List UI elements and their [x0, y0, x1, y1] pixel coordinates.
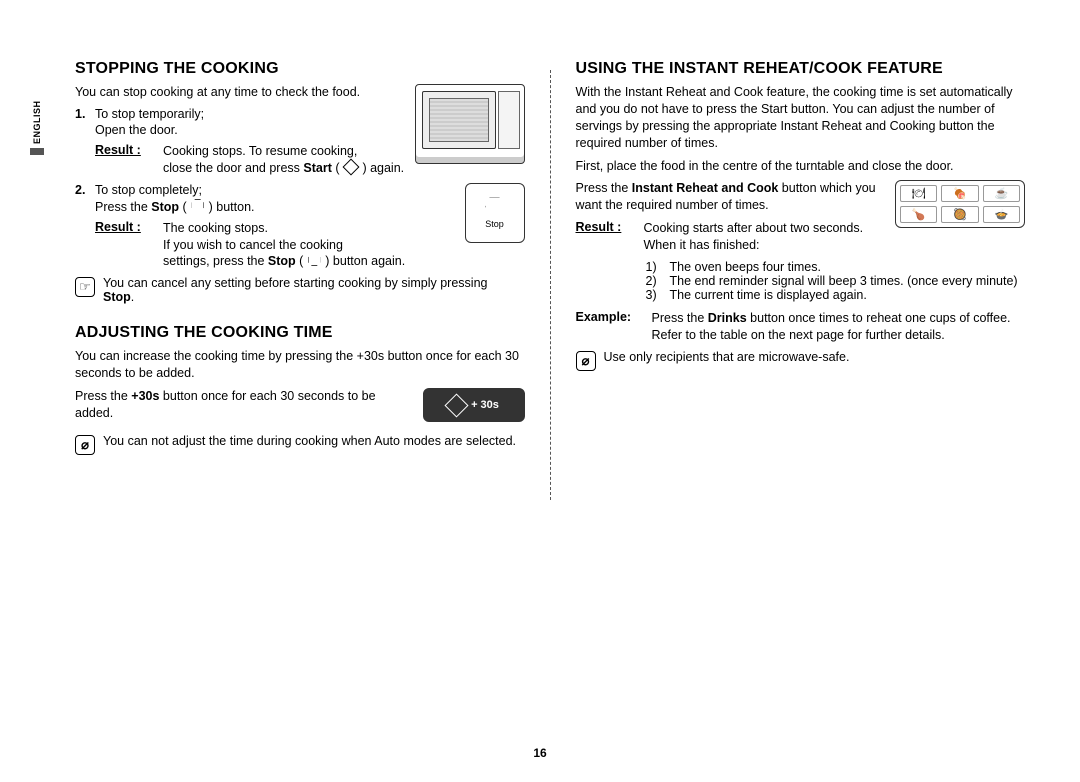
text: You can cancel any setting before starti…: [103, 276, 487, 290]
enum-num: 1): [646, 260, 664, 274]
text: Cooking stops. To resume cooking,: [163, 144, 357, 158]
stop-button-illustration: Stop: [465, 183, 525, 243]
result-label: Result :: [95, 143, 145, 177]
stop-icon: [191, 199, 204, 212]
preset-icon: 🥘: [941, 206, 978, 223]
cancel-note-text: You can cancel any setting before starti…: [103, 276, 487, 304]
text: close the door and press: [163, 161, 303, 175]
start-icon: [342, 158, 359, 175]
restriction-note-icon: [75, 435, 95, 455]
column-divider: [550, 70, 551, 500]
left-column: STOPPING THE COOKING You can stop cookin…: [75, 60, 525, 500]
enum-num: 3): [646, 288, 664, 302]
step-number: 2.: [75, 183, 89, 197]
instant-result-body: Cooking starts after about two seconds. …: [644, 220, 884, 254]
language-tab: ENGLISH: [30, 100, 44, 155]
text: ) button again.: [322, 254, 405, 268]
stop-word: Stop: [103, 290, 131, 304]
step-1-result: Result : Cooking stops. To resume cookin…: [95, 143, 405, 177]
plus-30s-label: + 30s: [471, 399, 499, 411]
instant-p2: First, place the food in the centre of t…: [576, 158, 1026, 175]
plus-30s-illustration: + 30s: [423, 388, 525, 422]
stop-word: Stop: [151, 200, 179, 214]
text: The cooking stops.: [163, 221, 268, 235]
preset-icon: 🍲: [983, 206, 1020, 223]
page: STOPPING THE COOKING You can stop cookin…: [0, 0, 1080, 530]
stop-word: Stop: [268, 254, 296, 268]
text: settings, press the: [163, 254, 268, 268]
drinks-word: Drinks: [708, 311, 747, 325]
step-2-line-1: To stop completely;: [95, 183, 202, 197]
text: ) again.: [359, 161, 404, 175]
microwave-safe-note-text: Use only recipients that are microwave-s…: [604, 350, 850, 364]
stop-hexagon-icon: [485, 197, 505, 217]
hand-note-icon: [75, 277, 95, 297]
step-2-result-body: The cooking stops. If you wish to cancel…: [163, 220, 455, 271]
heading-adjusting-time: ADJUSTING THE COOKING TIME: [75, 324, 525, 342]
text: (: [332, 161, 343, 175]
restriction-note-icon: [576, 351, 596, 371]
preset-icon: 🍗: [900, 206, 937, 223]
step-2-result: Result : The cooking stops. If you wish …: [95, 220, 455, 271]
step-1-result-body: Cooking stops. To resume cooking, close …: [163, 143, 405, 177]
microwave-illustration: [415, 84, 525, 164]
enum-num: 2): [646, 274, 664, 288]
text: ) button.: [205, 200, 254, 214]
text: (: [296, 254, 307, 268]
preset-icon: 🍽: [900, 185, 937, 202]
instant-example: Example: Press the Drinks button once ti…: [576, 310, 1026, 344]
preset-icon: 🍖: [941, 185, 978, 202]
step-1-line-1: To stop temporarily;: [95, 107, 204, 121]
diamond-icon: [445, 393, 469, 417]
plus30s-word: +30s: [131, 389, 159, 403]
enum-text: The oven beeps four times.: [670, 260, 821, 274]
heading-instant-reheat: USING THE INSTANT REHEAT/COOK FEATURE: [576, 60, 1026, 78]
heading-stopping-cooking: STOPPING THE COOKING: [75, 60, 525, 78]
auto-mode-note-text: You can not adjust the time during cooki…: [103, 434, 516, 448]
text: Press the: [95, 200, 151, 214]
preset-icon: ☕: [983, 185, 1020, 202]
instant-result: Result : Cooking starts after about two …: [576, 220, 886, 254]
microwave-safe-note: Use only recipients that are microwave-s…: [576, 350, 1026, 371]
text: (: [179, 200, 190, 214]
page-number: 16: [0, 746, 1080, 760]
adjusting-intro: You can increase the cooking time by pre…: [75, 348, 525, 382]
right-column: USING THE INSTANT REHEAT/COOK FEATURE Wi…: [576, 60, 1026, 500]
step-2-line-2: Press the Stop ( ) button.: [95, 199, 525, 214]
step-number: 1.: [75, 107, 89, 121]
step-2: 2. To stop completely; Press the Stop ( …: [75, 183, 525, 214]
stop-icon: [308, 253, 321, 266]
result-label: Result :: [576, 220, 626, 254]
instant-result-enum: 1) The oven beeps four times. 2) The end r…: [646, 260, 1026, 302]
preset-buttons-illustration: 🍽 🍖 ☕ 🍗 🥘 🍲: [895, 180, 1025, 228]
text: Press the: [576, 181, 632, 195]
enum-text: The current time is displayed again.: [670, 288, 867, 302]
example-label: Example:: [576, 310, 634, 344]
example-body: Press the Drinks button once times to re…: [652, 310, 1026, 344]
instant-p1: With the Instant Reheat and Cook feature…: [576, 84, 1026, 152]
auto-mode-note: You can not adjust the time during cooki…: [75, 434, 525, 455]
cancel-note: You can cancel any setting before starti…: [75, 276, 525, 304]
result-label: Result :: [95, 220, 145, 271]
enum-text: The end reminder signal will beep 3 time…: [670, 274, 1018, 288]
text: Press the: [652, 311, 708, 325]
instant-reheat-cook-word: Instant Reheat and Cook: [632, 181, 779, 195]
text: If you wish to cancel the cooking: [163, 238, 343, 252]
start-word: Start: [303, 161, 331, 175]
stop-fig-label: Stop: [485, 219, 504, 229]
text: Press the: [75, 389, 131, 403]
text: .: [131, 290, 134, 304]
